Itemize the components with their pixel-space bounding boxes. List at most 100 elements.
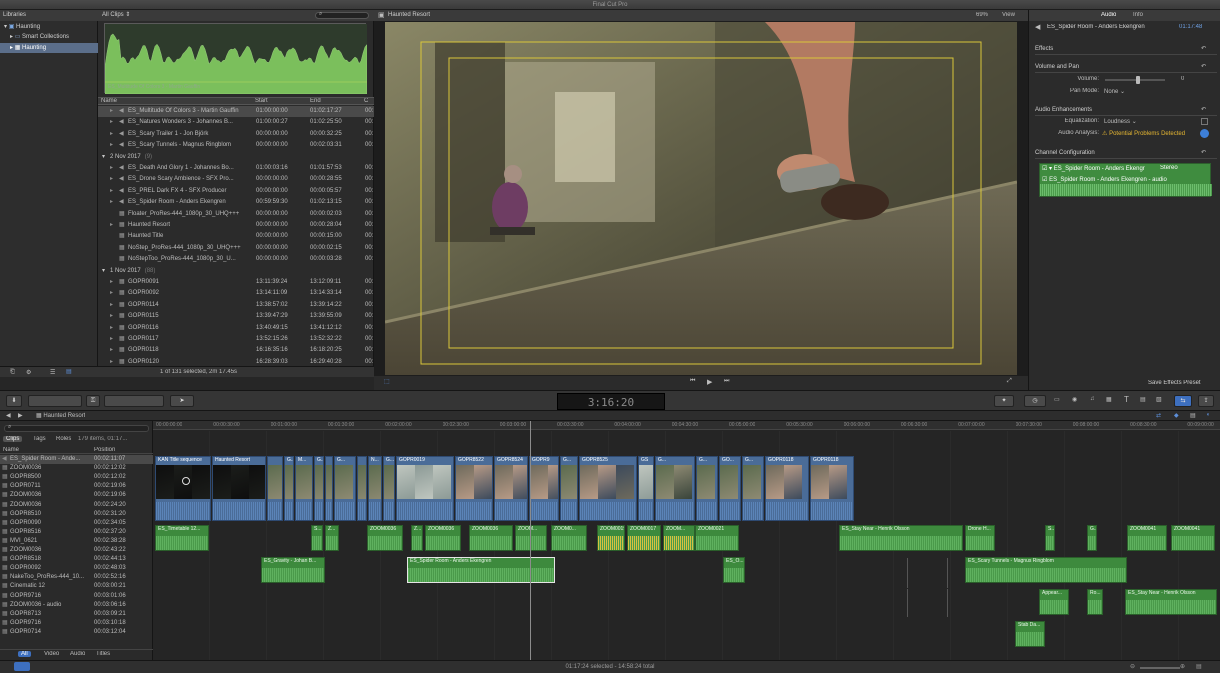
timeline-audio-clip[interactable]: ZOOM... bbox=[515, 525, 547, 551]
equalization-popup[interactable]: Loudness ⌄ bbox=[1104, 118, 1137, 125]
disclosure-triangle-icon[interactable]: ▸ bbox=[110, 300, 113, 311]
timeline-video-clip[interactable]: G... bbox=[334, 456, 356, 521]
timeline-video-clip[interactable]: GOPR0019 bbox=[396, 456, 454, 521]
timeline-audio-clip[interactable]: ZOOM0019 bbox=[597, 525, 625, 551]
disclosure-triangle-icon[interactable]: ▸ bbox=[110, 288, 113, 299]
index-row[interactable]: ▦ ZOOM0036 00:02:12:02 bbox=[0, 464, 153, 473]
index-row[interactable]: ◀ ES_Spider Room - Ande... 00:02:11:07 bbox=[0, 455, 153, 464]
disclosure-triangle-icon[interactable]: ▾ bbox=[4, 24, 7, 30]
filter-titles[interactable]: Titles bbox=[96, 651, 110, 657]
volume-slider-knob[interactable] bbox=[1135, 76, 1140, 84]
disclosure-triangle-icon[interactable]: ▸ bbox=[10, 34, 13, 40]
index-row[interactable]: ▦ ZOOM0036 - audio 00:03:06:16 bbox=[0, 601, 153, 610]
retime-button[interactable]: ◷ bbox=[1024, 395, 1046, 407]
inspector-button[interactable]: ⇆ bbox=[1174, 395, 1192, 407]
enhance-button[interactable]: ✦ bbox=[994, 395, 1014, 407]
channel-config-box[interactable]: ☑ ▾ ES_Spider Room - Anders Ekengr Stere… bbox=[1039, 163, 1212, 197]
reset-icon[interactable]: ↶ bbox=[1201, 63, 1206, 70]
index-row[interactable]: ▦ ZOOM0036 00:02:24:20 bbox=[0, 501, 153, 510]
browser-row[interactable]: ▸ ◀ ES_Natures Wonders 3 - Johannes B... 01… bbox=[98, 117, 374, 128]
zoom-out-icon[interactable]: ⊖ bbox=[1130, 661, 1135, 673]
reset-icon[interactable]: ↶ bbox=[1201, 45, 1206, 52]
column-name[interactable]: Name bbox=[3, 447, 19, 453]
timeline-audio-clip[interactable]: ES_Gravity - Johan B... bbox=[261, 557, 325, 583]
edit-buttons[interactable] bbox=[104, 395, 164, 407]
timeline[interactable]: 00:00:00:00 00:00:30:00 00:01:00:00 00:01:3… bbox=[153, 421, 1220, 660]
timeline-video-clip[interactable]: GO... bbox=[719, 456, 741, 521]
timeline-audio-clip[interactable]: ES_Scary Tunnels - Magnus Ringblom bbox=[965, 557, 1127, 583]
zoom-level-popup[interactable]: 69% bbox=[976, 12, 988, 18]
solo-icon[interactable]: ▤ bbox=[1190, 412, 1196, 419]
timeline-video-clip[interactable]: KAN Title sequence bbox=[155, 456, 211, 521]
browser-row[interactable]: ▸ ▦ GOPR0118 16:16:35:16 16:18:20:25 00: bbox=[98, 345, 374, 356]
audio-skimming-icon[interactable]: ◆ bbox=[1174, 412, 1179, 419]
import-icon[interactable]: ⎗ bbox=[10, 369, 15, 376]
disclosure-triangle-icon[interactable]: ▸ bbox=[110, 117, 113, 128]
skimming-icon[interactable]: ⇄ bbox=[1156, 412, 1161, 419]
save-effects-preset-button[interactable]: Save Effects Preset bbox=[1148, 380, 1201, 386]
timeline-video-clip[interactable]: GOPR8524 bbox=[494, 456, 528, 521]
reset-icon[interactable]: ↶ bbox=[1201, 149, 1206, 156]
index-row[interactable]: ▦ GOPR8510 00:02:31:20 bbox=[0, 510, 153, 519]
timeline-audio-clip[interactable]: Ro... bbox=[1087, 589, 1103, 615]
list-view-icon[interactable]: ☰ bbox=[50, 369, 55, 376]
timeline-video-clip[interactable] bbox=[357, 456, 367, 521]
filmstrip-view-icon[interactable]: ▤ bbox=[66, 368, 72, 375]
disclosure-triangle-icon[interactable]: ▾ bbox=[102, 268, 105, 274]
browser-search-field[interactable]: ⌕ bbox=[315, 11, 369, 19]
eq-checkbox[interactable] bbox=[1201, 118, 1208, 125]
timeline-audio-clip[interactable]: ES_Timetable 12... bbox=[155, 525, 209, 551]
browser-row[interactable]: ▸ ◀ ES_Multitude Of Colors 3 - Martin Gauf… bbox=[98, 106, 374, 118]
timeline-audio-clip[interactable]: ZOOM0041 bbox=[1171, 525, 1215, 551]
channel-format-popup[interactable]: Stereo bbox=[1160, 165, 1178, 171]
play-icon[interactable]: ▶ bbox=[707, 378, 712, 386]
timeline-audio-clip[interactable]: ZOOM0017 bbox=[627, 525, 661, 551]
event-date-group[interactable]: ▾ 1 Nov 2017 (88) bbox=[98, 266, 374, 277]
timeline-audio-clip[interactable]: ES_Stay Near - Henrik Olsson bbox=[839, 525, 963, 551]
timecode-display[interactable]: 3:16:20 bbox=[557, 393, 665, 410]
disclosure-triangle-icon[interactable]: ▸ bbox=[110, 163, 113, 174]
browser-row[interactable]: ▸ ◀ ES_Drone Scary Ambience - SFX Pro... 00… bbox=[98, 174, 374, 185]
library-haunting[interactable]: ▾ ▣ Haunting bbox=[0, 22, 98, 32]
timeline-video-clip[interactable]: G... bbox=[655, 456, 695, 521]
index-row[interactable]: ▦ GOPR8516 00:02:37:20 bbox=[0, 528, 153, 537]
browser-row[interactable]: ▦ NoStepToo_ProRes-444_1080p_30_U... 00:00… bbox=[98, 254, 374, 265]
section-volume-pan[interactable]: Volume and Pan bbox=[1035, 62, 1217, 73]
timeline-video-clip[interactable]: Haunted Resort bbox=[212, 456, 266, 521]
zoom-slider[interactable] bbox=[1140, 667, 1180, 669]
timeline-audio-clip[interactable]: ZOOM... bbox=[663, 525, 695, 551]
timeline-audio-clip[interactable]: S... bbox=[1045, 525, 1055, 551]
inspector-toggle-button[interactable]: ⚿ bbox=[86, 395, 100, 407]
timeline-audio-clip[interactable]: S... bbox=[311, 525, 323, 551]
disclosure-triangle-icon[interactable]: ▸ bbox=[110, 129, 113, 140]
disclosure-triangle-icon[interactable]: ▸ bbox=[110, 174, 113, 185]
video-frame[interactable] bbox=[385, 22, 1017, 375]
timeline-audio-clip[interactable]: Drone H... bbox=[965, 525, 995, 551]
timeline-audio-clip[interactable]: Appear... bbox=[1039, 589, 1069, 615]
gear-icon[interactable]: ⚙ bbox=[26, 369, 31, 376]
view-menu[interactable]: View bbox=[1002, 12, 1015, 18]
import-media-button[interactable]: ⬇ bbox=[6, 395, 22, 407]
zoom-in-icon[interactable]: ⊕ bbox=[1180, 661, 1185, 673]
timeline-video-clip[interactable]: G... bbox=[560, 456, 578, 521]
index-row[interactable]: ▦ GOPR0090 00:02:34:05 bbox=[0, 519, 153, 528]
camera-icon[interactable]: ◉ bbox=[1072, 396, 1077, 403]
index-search-field[interactable]: ⌕ bbox=[4, 424, 149, 432]
section-effects[interactable]: Effects bbox=[1035, 44, 1217, 55]
timeline-audio-clip[interactable]: ZOOM0041 bbox=[1127, 525, 1167, 551]
timeline-video-clip[interactable]: GOPR8522 bbox=[455, 456, 493, 521]
browser-row[interactable]: ▸ ▦ GOPR0117 13:52:15:26 13:52:32:22 00: bbox=[98, 334, 374, 345]
timeline-audio-clip[interactable]: ES_Stay Near - Henrik Olsson bbox=[1125, 589, 1217, 615]
timeline-video-clip[interactable]: GOPR0118 bbox=[765, 456, 809, 521]
disclosure-triangle-icon[interactable]: ▸ bbox=[10, 45, 13, 51]
browser-row[interactable]: ▸ ▦ GOPR0116 13:40:49:15 13:41:12:12 00: bbox=[98, 323, 374, 334]
clip-appearance-icon[interactable]: ▤ bbox=[1196, 661, 1202, 673]
timeline-video-clip[interactable] bbox=[325, 456, 333, 521]
next-frame-icon[interactable]: ⏭ bbox=[724, 378, 729, 385]
timeline-video-clip[interactable]: M... bbox=[295, 456, 313, 521]
disclosure-triangle-icon[interactable]: ▸ bbox=[110, 197, 113, 208]
disclosure-triangle-icon[interactable]: ▸ bbox=[110, 220, 113, 231]
channel-sub-row[interactable]: ☑ ES_Spider Room - Anders Ekengren - aud… bbox=[1042, 176, 1167, 183]
column-position[interactable]: Position bbox=[94, 447, 115, 453]
timeline-video-clip[interactable]: N... bbox=[368, 456, 382, 521]
